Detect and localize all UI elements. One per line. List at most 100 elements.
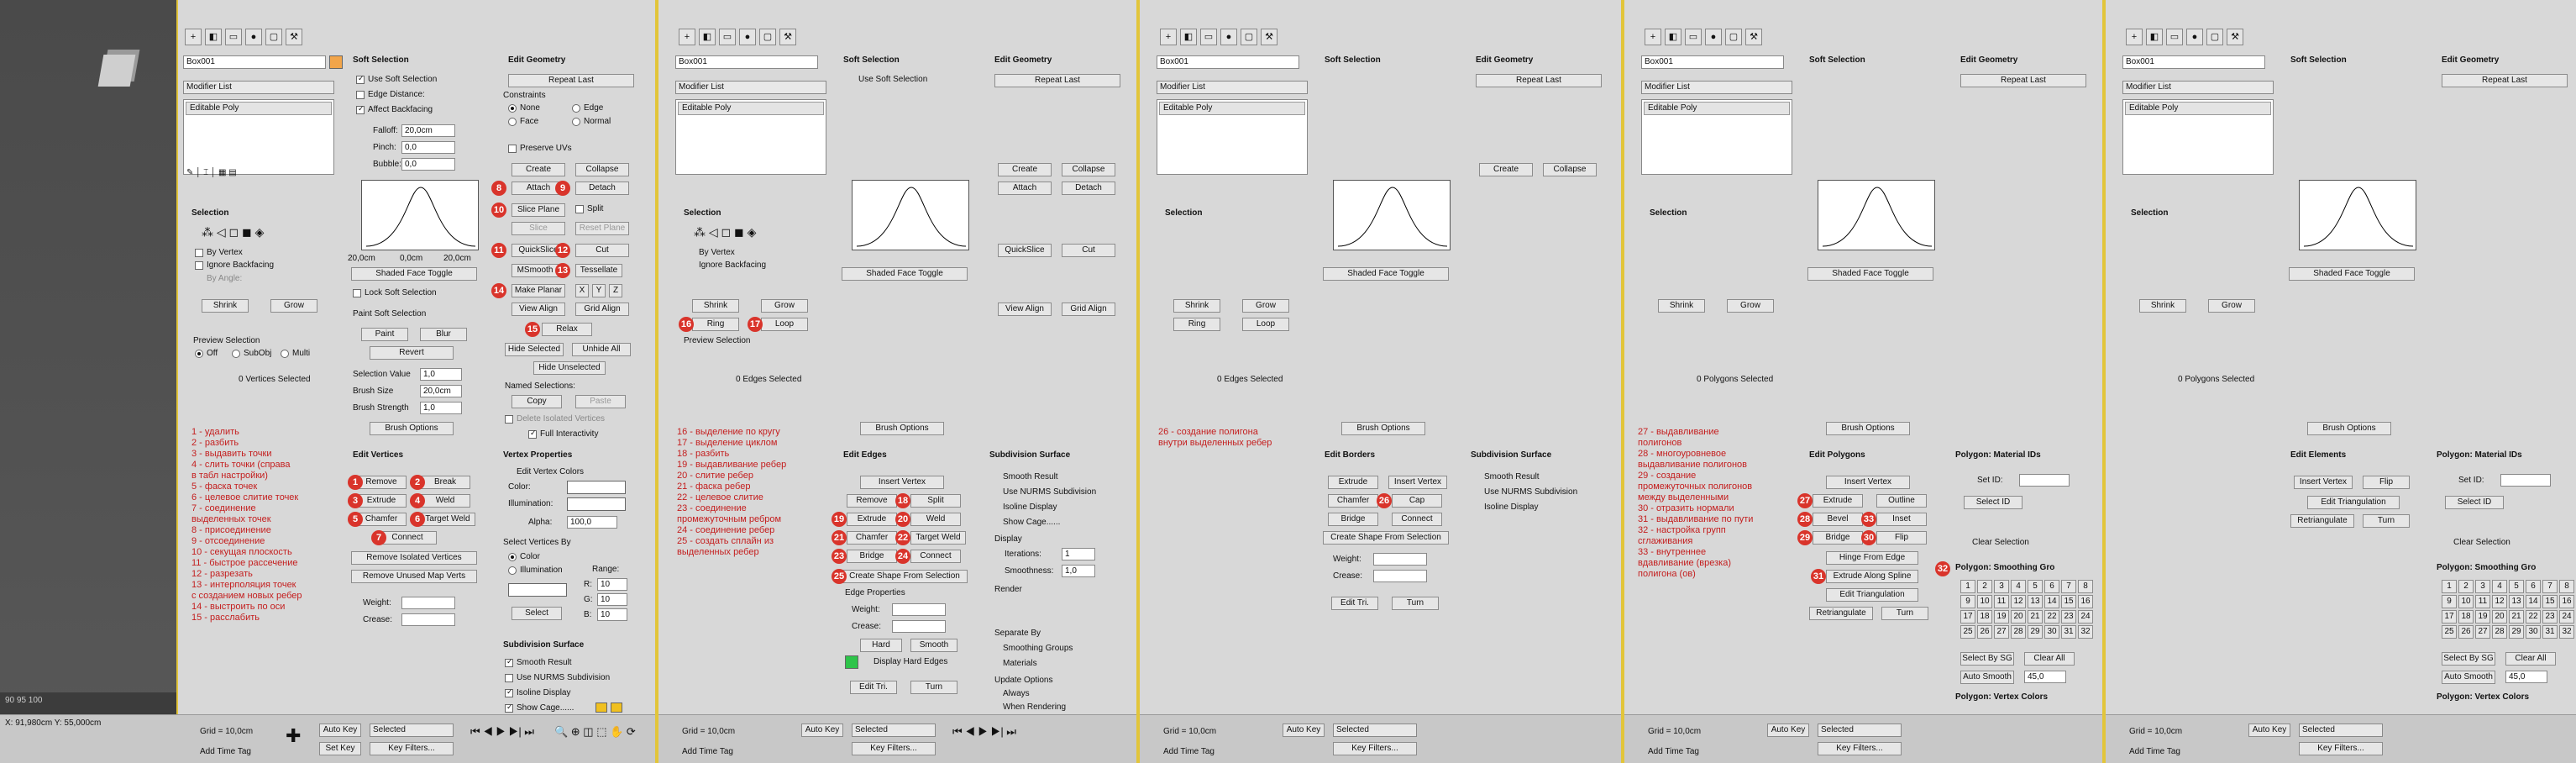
stack-item-editable-poly[interactable]: Editable Poly bbox=[1644, 102, 1790, 115]
utilities-tab-icon[interactable]: ⚒ bbox=[286, 29, 302, 45]
flip-button[interactable]: Flip bbox=[2363, 476, 2410, 489]
brush-options-button[interactable]: Brush Options bbox=[370, 422, 454, 435]
smoothing-group-button[interactable]: 23 bbox=[2061, 610, 2076, 624]
shrink-button[interactable]: Shrink bbox=[1658, 299, 1705, 313]
by-vertex-checkbox[interactable] bbox=[195, 249, 203, 257]
grow-button[interactable]: Grow bbox=[270, 299, 317, 313]
weld-button[interactable]: Weld bbox=[420, 494, 470, 508]
modify-tab-icon[interactable]: ◧ bbox=[1180, 29, 1197, 45]
smoothing-group-button[interactable]: 4 bbox=[2492, 580, 2507, 593]
bridge-button[interactable]: Bridge bbox=[1813, 531, 1863, 545]
connect-button[interactable]: Connect bbox=[910, 550, 961, 563]
modifier-list-dropdown[interactable]: Modifier List bbox=[1641, 81, 1792, 94]
paint-button[interactable]: Paint bbox=[361, 328, 408, 341]
loop-button[interactable]: Loop bbox=[761, 318, 808, 331]
smoothing-group-button[interactable]: 18 bbox=[1977, 610, 1992, 624]
hierarchy-tab-icon[interactable]: ▭ bbox=[2166, 29, 2183, 45]
grow-button[interactable]: Grow bbox=[2208, 299, 2255, 313]
smoothing-group-button[interactable]: 13 bbox=[2028, 595, 2043, 608]
lock-soft-checkbox[interactable] bbox=[353, 289, 361, 297]
preview-multi-radio[interactable] bbox=[281, 350, 289, 358]
shrink-button[interactable]: Shrink bbox=[1173, 299, 1220, 313]
selected-dropdown[interactable]: Selected bbox=[1333, 724, 1417, 737]
edit-tri-button[interactable]: Edit Tri. bbox=[850, 681, 897, 694]
constraint-normal-radio[interactable] bbox=[572, 118, 580, 126]
turn-button[interactable]: Turn bbox=[1392, 597, 1439, 610]
select-color-swatch[interactable] bbox=[508, 583, 567, 597]
isoline-checkbox[interactable] bbox=[505, 687, 513, 697]
smooth-result-checkbox[interactable] bbox=[505, 657, 513, 667]
smoothness-spinner[interactable]: 1,0 bbox=[1062, 565, 1095, 577]
detach-button[interactable]: Detach bbox=[1062, 182, 1115, 195]
edge-distance-checkbox[interactable] bbox=[356, 91, 365, 99]
create-tab-icon[interactable]: + bbox=[1645, 29, 1661, 45]
object-name-field[interactable]: Box001 bbox=[1641, 55, 1784, 69]
slice-button[interactable]: Slice bbox=[512, 222, 565, 235]
smoothing-group-button[interactable]: 22 bbox=[2526, 610, 2541, 624]
smoothing-group-button[interactable]: 23 bbox=[2542, 610, 2558, 624]
selected-dropdown[interactable]: Selected bbox=[1818, 724, 1902, 737]
auto-key-button[interactable]: Auto Key bbox=[1283, 724, 1325, 737]
display-tab-icon[interactable]: ▢ bbox=[1241, 29, 1257, 45]
insert-vertex-button[interactable]: Insert Vertex bbox=[1826, 476, 1910, 489]
select-by-sg-button[interactable]: Select By SG bbox=[1960, 652, 2014, 666]
modifier-list-dropdown[interactable]: Modifier List bbox=[183, 81, 334, 94]
smoothing-group-button[interactable]: 9 bbox=[2442, 595, 2457, 608]
smoothing-group-button[interactable]: 3 bbox=[2475, 580, 2490, 593]
smoothing-group-button[interactable]: 22 bbox=[2044, 610, 2059, 624]
pinch-spinner[interactable]: 0,0 bbox=[401, 141, 455, 154]
smoothing-group-button[interactable]: 27 bbox=[2475, 625, 2490, 639]
full-interactivity-checkbox[interactable] bbox=[528, 429, 537, 439]
range-b-spinner[interactable]: 10 bbox=[597, 608, 627, 621]
smoothing-group-button[interactable]: 30 bbox=[2044, 625, 2059, 639]
inset-button[interactable]: Inset bbox=[1876, 513, 1927, 526]
smoothing-group-button[interactable]: 15 bbox=[2061, 595, 2076, 608]
target-weld-button[interactable]: Target Weld bbox=[910, 531, 966, 545]
bridge-button[interactable]: Bridge bbox=[847, 550, 897, 563]
modifier-list-dropdown[interactable]: Modifier List bbox=[2122, 81, 2274, 94]
shrink-button[interactable]: Shrink bbox=[202, 299, 249, 313]
blur-button[interactable]: Blur bbox=[420, 328, 467, 341]
smoothing-group-button[interactable]: 12 bbox=[2011, 595, 2026, 608]
hierarchy-tab-icon[interactable]: ▭ bbox=[1685, 29, 1702, 45]
turn-button[interactable]: Turn bbox=[1881, 607, 1928, 620]
utilities-tab-icon[interactable]: ⚒ bbox=[1261, 29, 1278, 45]
hide-unselected-button[interactable]: Hide Unselected bbox=[533, 361, 606, 375]
add-time-tag[interactable]: Add Time Tag bbox=[682, 747, 733, 756]
range-g-spinner[interactable]: 10 bbox=[597, 593, 627, 606]
create-button[interactable]: Create bbox=[512, 163, 565, 176]
preview-off-radio[interactable] bbox=[195, 350, 203, 358]
hierarchy-tab-icon[interactable]: ▭ bbox=[719, 29, 736, 45]
shaded-face-toggle-button[interactable]: Shaded Face Toggle bbox=[842, 267, 968, 281]
unhide-all-button[interactable]: Unhide All bbox=[572, 343, 631, 356]
bridge-button[interactable]: Bridge bbox=[1328, 513, 1378, 526]
connect-button[interactable]: Connect bbox=[1392, 513, 1442, 526]
smoothing-group-button[interactable]: 10 bbox=[2458, 595, 2474, 608]
edit-tri-button[interactable]: Edit Tri. bbox=[1331, 597, 1378, 610]
auto-key-button[interactable]: Auto Key bbox=[319, 724, 361, 737]
object-name-field[interactable]: Box001 bbox=[183, 55, 326, 69]
shrink-button[interactable]: Shrink bbox=[2139, 299, 2186, 313]
remove-button[interactable]: Remove bbox=[847, 494, 897, 508]
key-filters-button[interactable]: Key Filters... bbox=[852, 742, 936, 755]
clear-all-button[interactable]: Clear All bbox=[2505, 652, 2556, 666]
hide-selected-button[interactable]: Hide Selected bbox=[505, 343, 564, 356]
smoothing-group-button[interactable]: 2 bbox=[1977, 580, 1992, 593]
use-nurms-checkbox[interactable] bbox=[505, 674, 513, 682]
iterations-spinner[interactable]: 1 bbox=[1062, 548, 1095, 560]
connect-button[interactable]: Connect bbox=[378, 531, 437, 545]
select-illum-radio[interactable] bbox=[508, 566, 517, 575]
smoothing-group-button[interactable]: 2 bbox=[2458, 580, 2474, 593]
playback-controls-icon[interactable]: ⏮ ◀ ▶ ▶| ⏭ bbox=[470, 725, 534, 739]
add-time-tag[interactable]: Add Time Tag bbox=[200, 747, 251, 756]
auto-smooth-spinner[interactable]: 45,0 bbox=[2505, 671, 2547, 683]
insert-vertex-button[interactable]: Insert Vertex bbox=[860, 476, 944, 489]
use-soft-checkbox[interactable] bbox=[356, 74, 365, 84]
flip-button[interactable]: Flip bbox=[1876, 531, 1927, 545]
subobject-icons[interactable]: ⁂ ◁ ◻ ◼ ◈ bbox=[202, 225, 264, 239]
smoothing-group-button[interactable]: 25 bbox=[2442, 625, 2457, 639]
planar-z-button[interactable]: Z bbox=[609, 284, 622, 297]
modifier-list-dropdown[interactable]: Modifier List bbox=[1157, 81, 1308, 94]
extrude-along-spline-button[interactable]: Extrude Along Spline bbox=[1826, 570, 1918, 583]
set-key-icon[interactable]: ✚ bbox=[286, 725, 301, 747]
